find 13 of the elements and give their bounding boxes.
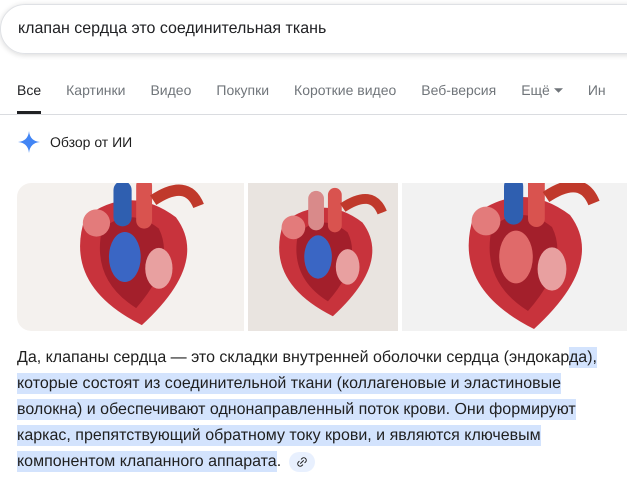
tab[interactable]: Ин xyxy=(588,74,606,114)
section-title: Обзор от ИИ xyxy=(50,132,132,152)
tab[interactable]: Видео xyxy=(150,74,192,114)
tab[interactable]: Картинки xyxy=(66,74,126,114)
tab[interactable]: Ещё xyxy=(521,74,563,114)
tab[interactable]: Короткие видео xyxy=(294,74,396,114)
answer-paragraph: Да, клапаны сердца — это складки внутренней оболочки сердца (эндокарда), которые состоят из соединительной ткани (коллагеновые и эластиновые волокна) и обеспечивают однонаправленный поток крови. Они формируют каркас, препятствующий обратному току крови, и являются ключевым компонентом клапанного аппарата. xyxy=(17,346,598,474)
link-button[interactable] xyxy=(289,452,316,472)
tab[interactable]: Покупки xyxy=(216,74,270,114)
tab[interactable]: Все xyxy=(17,74,42,114)
tab[interactable]: Веб-версия xyxy=(421,74,496,114)
sparkle-icon xyxy=(18,131,40,153)
search-field[interactable]: клапан сердца это соединительная ткань xyxy=(0,4,627,54)
